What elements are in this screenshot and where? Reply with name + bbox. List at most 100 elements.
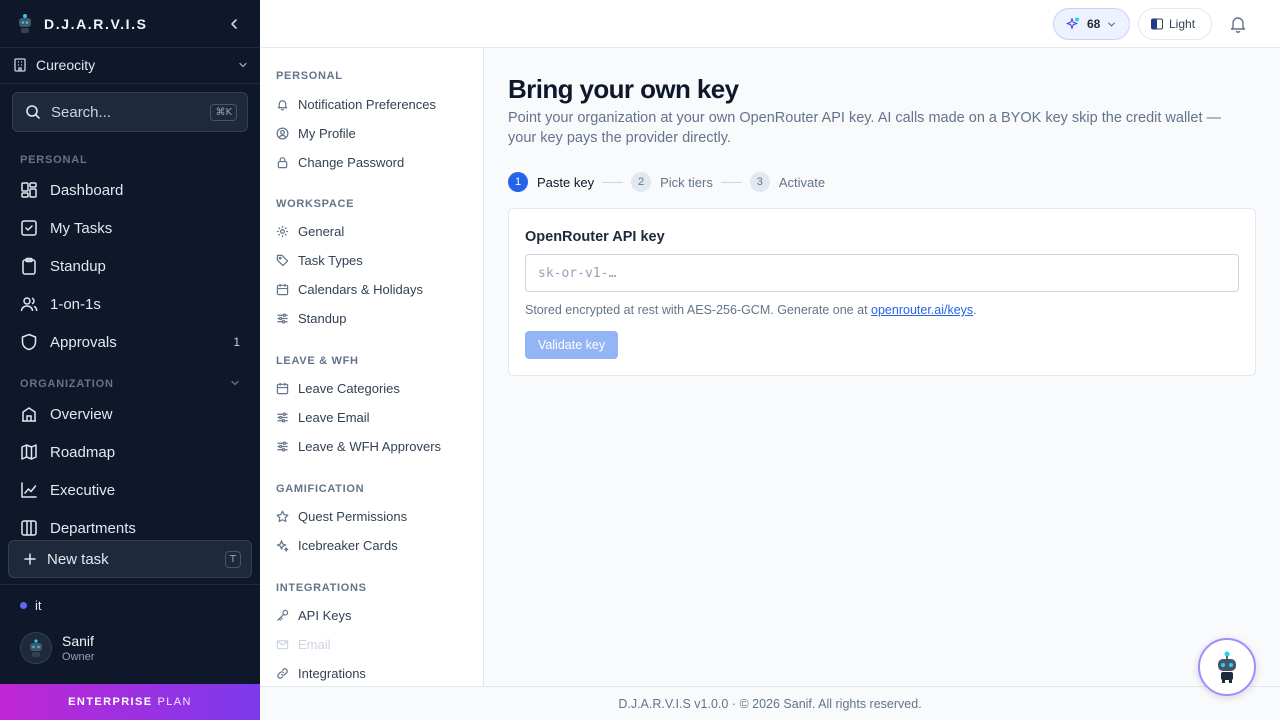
- settings-item-label: Integrations: [298, 665, 366, 681]
- theme-label: Light: [1169, 17, 1196, 31]
- openrouter-keys-link[interactable]: openrouter.ai/keys: [871, 303, 973, 317]
- settings-item-quest-permissions[interactable]: Quest Permissions: [268, 504, 476, 528]
- settings-item-leave-email[interactable]: Leave Email: [268, 405, 476, 429]
- settings-item-label: Standup: [298, 310, 347, 326]
- settings-section-gamification: GAMIFICATION: [276, 483, 365, 495]
- search-placeholder: Search...: [51, 103, 112, 121]
- divider: [0, 47, 260, 48]
- settings-item-label: Change Password: [298, 154, 405, 170]
- settings-section-workspace: WORKSPACE: [276, 198, 355, 210]
- sidebar-item-approvals[interactable]: Approvals 1: [12, 325, 248, 359]
- topbar: 68 Light: [260, 0, 1280, 48]
- settings-item-my-profile[interactable]: My Profile: [268, 121, 476, 145]
- new-task-button[interactable]: New task T: [8, 540, 252, 578]
- notifications-button[interactable]: [1228, 14, 1248, 34]
- credits-count: 68: [1087, 17, 1101, 31]
- section-organization: ORGANIZATION: [20, 378, 114, 390]
- calendar-icon: [276, 382, 289, 395]
- sidebar-search[interactable]: Search... ⌘K: [12, 92, 248, 132]
- avatar: [20, 632, 52, 664]
- api-key-card: OpenRouter API key Stored encrypted at r…: [508, 208, 1256, 376]
- tag-icon: [276, 254, 289, 267]
- plan-tier: ENTERPRISE: [68, 696, 153, 708]
- key-icon: [276, 609, 289, 622]
- footer: D.J.A.R.V.I.S v1.0.0 · © 2026 Sanif. All…: [260, 686, 1280, 720]
- validate-key-button[interactable]: Validate key: [525, 331, 618, 359]
- settings-item-notification-preferences[interactable]: Notification Preferences: [268, 92, 476, 116]
- sidebar-item-dashboard[interactable]: Dashboard: [12, 173, 248, 207]
- step-label: Pick tiers: [660, 174, 713, 190]
- plan-suffix: PLAN: [157, 696, 192, 708]
- settings-item-api-keys[interactable]: API Keys: [268, 603, 476, 627]
- check-square-icon: [20, 219, 38, 237]
- sliders-icon: [276, 411, 289, 424]
- credits-button[interactable]: 68: [1053, 8, 1130, 40]
- chevron-down-icon: [1107, 20, 1116, 29]
- settings-item-label: Leave Categories: [298, 380, 400, 396]
- theme-toggle-button[interactable]: Light: [1138, 8, 1212, 40]
- step-paste-key[interactable]: 1 Paste key: [508, 172, 594, 192]
- sidebar-item-roadmap[interactable]: Roadmap: [12, 435, 248, 469]
- settings-item-calendars-holidays[interactable]: Calendars & Holidays: [268, 277, 476, 301]
- search-shortcut: ⌘K: [210, 103, 237, 121]
- line-chart-icon: [20, 481, 38, 499]
- sidebar-item-label: Departments: [50, 519, 136, 537]
- sparkles-icon: [276, 539, 289, 552]
- section-personal: PERSONAL: [20, 154, 88, 166]
- footer-text: D.J.A.R.V.I.S v1.0.0 · © 2026 Sanif. All…: [618, 696, 922, 711]
- settings-item-standup[interactable]: Standup: [268, 306, 476, 330]
- step-activate[interactable]: 3 Activate: [749, 172, 825, 192]
- brand[interactable]: D.J.A.R.V.I.S: [16, 12, 148, 36]
- sidebar-item-executive[interactable]: Executive: [12, 473, 248, 507]
- step-number: 3: [749, 172, 770, 192]
- sidebar-item-overview[interactable]: Overview: [12, 397, 248, 431]
- api-key-label: OpenRouter API key: [525, 229, 665, 245]
- users-icon: [20, 295, 38, 313]
- sidebar-item-label: Executive: [50, 481, 116, 499]
- help-suffix: .: [973, 303, 977, 317]
- collapse-sidebar-button[interactable]: [224, 14, 244, 34]
- mail-icon: [276, 638, 289, 651]
- user-role: Owner: [62, 650, 95, 663]
- step-pick-tiers[interactable]: 2 Pick tiers: [631, 172, 713, 192]
- page-title: Bring your own key: [508, 74, 739, 104]
- lock-icon: [276, 156, 289, 169]
- gear-icon: [276, 225, 289, 238]
- sidebar-item-label: Approvals: [50, 333, 117, 351]
- settings-item-leave-wfh-approvers[interactable]: Leave & WFH Approvers: [268, 434, 476, 458]
- step-number: 1: [508, 172, 528, 192]
- settings-item-label: My Profile: [298, 125, 356, 141]
- sidebar-item-my-tasks[interactable]: My Tasks: [12, 211, 248, 245]
- sidebar-item-label: Roadmap: [50, 443, 116, 461]
- settings-item-change-password[interactable]: Change Password: [268, 150, 476, 174]
- settings-item-email: Email: [268, 632, 476, 656]
- link-icon: [276, 667, 289, 680]
- chevron-left-icon: [231, 19, 237, 29]
- settings-item-label: Notification Preferences: [298, 96, 437, 112]
- sidebar-item-label: Dashboard: [50, 181, 124, 199]
- settings-item-general[interactable]: General: [268, 219, 476, 243]
- settings-item-task-types[interactable]: Task Types: [268, 248, 476, 272]
- settings-nav: PERSONAL Notification Preferences My Pro…: [260, 48, 484, 686]
- theme-icon: [1151, 18, 1163, 30]
- chevron-down-icon[interactable]: [230, 378, 240, 388]
- org-switcher[interactable]: Cureocity: [12, 52, 248, 78]
- sparkle-icon: [1066, 17, 1080, 31]
- settings-item-label: Calendars & Holidays: [298, 281, 424, 297]
- settings-item-label: Quest Permissions: [298, 508, 408, 524]
- settings-item-integrations[interactable]: Integrations: [268, 661, 476, 685]
- settings-item-leave-categories[interactable]: Leave Categories: [268, 376, 476, 400]
- step-connector: [720, 181, 742, 183]
- sidebar: D.J.A.R.V.I.S Cureocity Search... ⌘K PER…: [0, 0, 260, 720]
- shield-icon: [20, 333, 38, 351]
- settings-item-icebreaker-cards[interactable]: Icebreaker Cards: [268, 533, 476, 557]
- workspace-indicator[interactable]: it: [20, 598, 42, 613]
- settings-section-leave-wfh: LEAVE & WFH: [276, 355, 359, 367]
- divider: [0, 584, 260, 585]
- api-key-input[interactable]: [525, 254, 1239, 292]
- assistant-button[interactable]: [1198, 638, 1256, 696]
- sidebar-item-1-on-1s[interactable]: 1-on-1s: [12, 287, 248, 321]
- sidebar-item-standup[interactable]: Standup: [12, 249, 248, 283]
- brand-name: D.J.A.R.V.I.S: [44, 16, 148, 32]
- user-menu[interactable]: Sanif Owner: [20, 632, 94, 664]
